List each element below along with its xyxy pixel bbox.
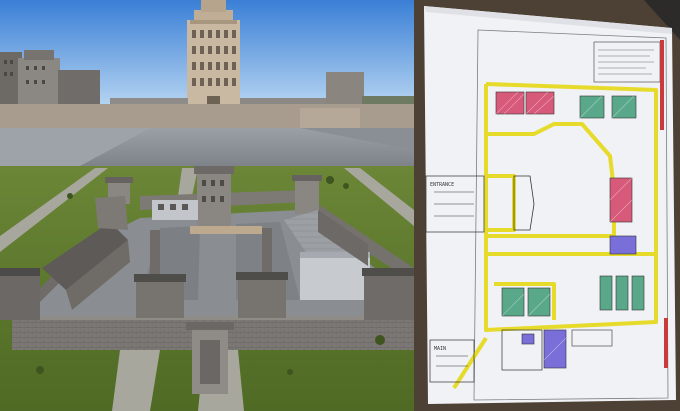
render-scene	[0, 0, 414, 411]
main-tower	[187, 0, 240, 120]
main-label: MAIN	[434, 346, 446, 352]
entrance-label: ENTRANCE	[430, 182, 454, 188]
sketch-photo-panel: ENTRANCE MAIN	[414, 0, 680, 411]
render-panel	[0, 0, 414, 411]
floor-plan-sketch: ENTRANCE MAIN	[414, 0, 680, 411]
red-margin-strip	[664, 318, 668, 368]
